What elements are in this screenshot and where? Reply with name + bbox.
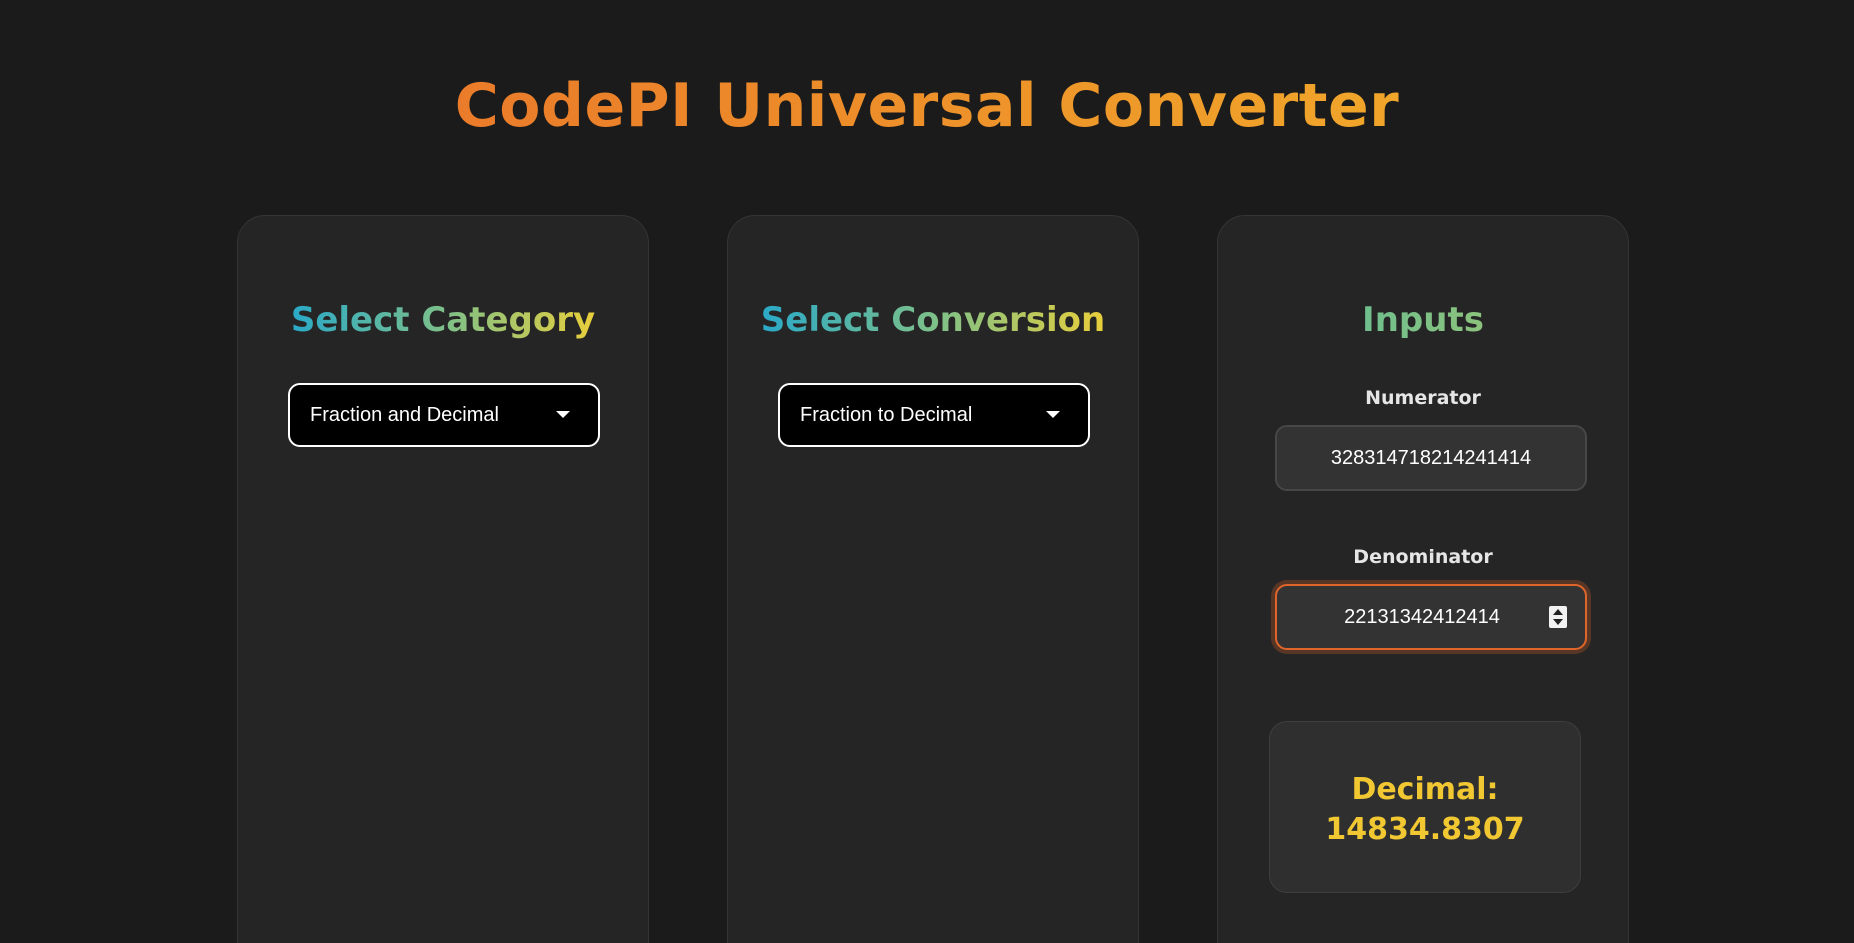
result-value: 14834.8307 [1325,812,1525,847]
conversion-heading: Select Conversion [728,298,1138,342]
numerator-label: Numerator [1365,387,1481,409]
spinner-up-icon[interactable] [1553,609,1563,615]
category-heading-text: Select Category [290,300,596,340]
conversion-select-value: Fraction to Decimal [800,404,973,426]
spinner-icon[interactable] [1549,606,1567,628]
conversion-heading-text: Select Conversion [760,300,1106,340]
result-label: Decimal: [1351,772,1499,807]
denominator-input[interactable]: 22131342412414 [1275,584,1587,650]
inputs-heading-text: Inputs [1362,300,1484,340]
inputs-heading: Inputs [1218,298,1628,342]
result-box: Decimal: 14834.8307 [1269,721,1581,893]
numerator-input[interactable] [1275,425,1587,491]
denominator-label: Denominator [1353,546,1493,568]
conversion-select[interactable]: Fraction to Decimal [778,383,1090,447]
category-heading: Select Category [238,298,648,342]
category-select[interactable]: Fraction and Decimal [288,383,600,447]
inputs-panel: Inputs Numerator Denominator 22131342412… [1217,215,1629,943]
category-panel: Select Category Fraction and Decimal [237,215,649,943]
chevron-down-icon [556,411,570,418]
conversion-panel: Select Conversion Fraction to Decimal [727,215,1139,943]
category-select-value: Fraction and Decimal [310,404,499,426]
page-title-text: CodePI Universal Converter [454,71,1400,141]
spinner-down-icon[interactable] [1553,619,1563,625]
converter-page: CodePI Universal Converter Select Catego… [0,0,1854,943]
denominator-value: 22131342412414 [1344,606,1500,628]
page-title: CodePI Universal Converter [0,66,1854,146]
chevron-down-icon [1046,411,1060,418]
